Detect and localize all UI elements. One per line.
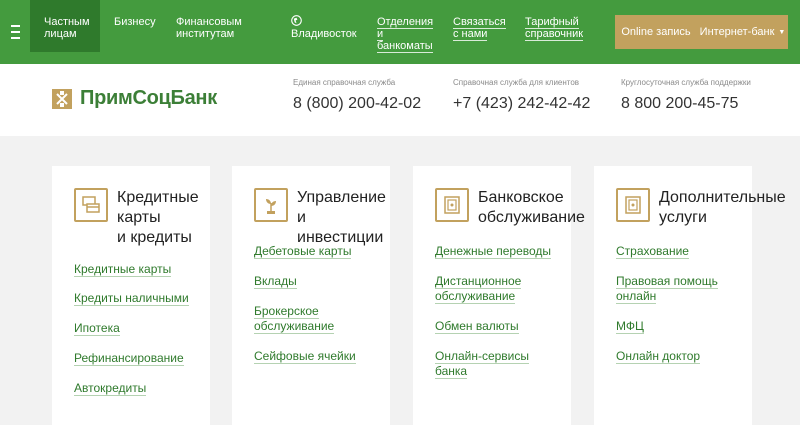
contact-clients: Справочная служба для клиентов +7 (423) … <box>453 78 590 113</box>
link-mfc[interactable]: МФЦ <box>616 319 718 334</box>
link-refinancing[interactable]: Рефинансирование <box>74 351 189 366</box>
contact-phone-link[interactable]: 8 800 200-45-75 <box>621 95 751 113</box>
link-label: Рефинансирование <box>74 351 184 366</box>
nav-tariffs-label: Тарифный справочник <box>525 16 584 41</box>
nav-business-label: Бизнесу <box>114 16 156 28</box>
link-legal-help[interactable]: Правовая помощь онлайн <box>616 274 718 304</box>
link-label: Дистанционное обслуживание <box>435 274 522 304</box>
card-title: Дополнительные услуги <box>659 189 786 226</box>
link-remote-banking[interactable]: Дистанционное обслуживание <box>435 274 551 304</box>
link-safe-boxes[interactable]: Сейфовые ячейки <box>254 349 356 364</box>
nav-private-clients[interactable]: Частным лицам <box>44 16 90 40</box>
nav-financial-institutions-label: Финансовым институтам <box>176 16 242 40</box>
bank-logo[interactable]: ПримСоцБанк <box>52 87 217 110</box>
link-label: Денежные переводы <box>435 244 552 259</box>
contact-support: Круглосуточная служба поддержки 8 800 20… <box>621 78 751 113</box>
link-label: Ипотека <box>74 321 120 336</box>
header: ПримСоцБанк Единая справочная служба 8 (… <box>0 64 800 136</box>
online-booking-button[interactable]: Online запись <box>615 15 697 49</box>
card-banking: Банковское обслуживание Денежные перевод… <box>413 166 585 425</box>
link-label: Страхование <box>616 244 689 259</box>
safe-icon <box>616 188 650 222</box>
link-online-doctor[interactable]: Онлайн доктор <box>616 349 718 364</box>
link-label: Брокерское обслуживание <box>254 304 335 334</box>
link-brokerage[interactable]: Брокерское обслуживание <box>254 304 356 334</box>
nav-tariffs[interactable]: Тарифный справочник <box>525 16 584 41</box>
caret-down-icon: ▼ <box>778 28 786 36</box>
nav-contact-us-label: Связаться с нами <box>453 16 506 41</box>
globe-icon <box>291 15 302 26</box>
card-title: Банковское обслуживание <box>478 189 585 226</box>
contact-label: Круглосуточная служба поддержки <box>621 78 751 87</box>
safe-icon <box>435 188 469 222</box>
card-links: Кредитные карты Кредиты наличными Ипотек… <box>74 262 189 396</box>
link-credit-cards[interactable]: Кредитные карты <box>74 262 189 277</box>
link-insurance[interactable]: Страхование <box>616 244 718 259</box>
top-navigation-bar: Частным лицам Бизнесу Финансовым институ… <box>0 0 800 64</box>
card-credit: Кредитные карты и кредиты Кредитные карт… <box>52 166 210 425</box>
link-deposits[interactable]: Вклады <box>254 274 356 289</box>
contact-phone-link[interactable]: 8 (800) 200-42-02 <box>293 95 421 113</box>
link-auto-loans[interactable]: Автокредиты <box>74 381 189 396</box>
card-links: Дебетовые карты Вклады Брокерское обслуж… <box>254 244 356 364</box>
nav-business[interactable]: Бизнесу <box>114 16 156 28</box>
card-investments: Управление и инвестиции Дебетовые карты … <box>232 166 390 425</box>
contact-label: Справочная служба для клиентов <box>453 78 580 87</box>
card-links: Страхование Правовая помощь онлайн МФЦ О… <box>616 244 718 364</box>
nav-private-clients-label: Частным лицам <box>44 16 90 40</box>
link-label: Сейфовые ячейки <box>254 349 356 364</box>
link-label: Онлайн-сервисы банка <box>435 349 530 379</box>
link-label: МФЦ <box>616 319 644 334</box>
nav-branches-atms[interactable]: Отделения и банкоматы <box>377 16 434 53</box>
link-label: Вклады <box>254 274 297 289</box>
card-links: Денежные переводы Дистанционное обслужив… <box>435 244 552 379</box>
link-money-transfers[interactable]: Денежные переводы <box>435 244 552 259</box>
plant-icon <box>254 188 288 222</box>
cards-icon <box>74 188 108 222</box>
link-label: Обмен валюты <box>435 319 519 334</box>
link-mortgage[interactable]: Ипотека <box>74 321 189 336</box>
nav-city-label: Владивосток <box>291 28 357 40</box>
nav-contact-us[interactable]: Связаться с нами <box>453 16 506 41</box>
nav-branches-atms-label: Отделения и банкоматы <box>377 16 434 53</box>
link-label: Кредиты наличными <box>74 291 189 306</box>
link-online-services[interactable]: Онлайн-сервисы банка <box>435 349 551 379</box>
logo-mark-icon <box>52 88 72 109</box>
link-label: Правовая помощь онлайн <box>616 274 718 304</box>
link-label: Автокредиты <box>74 381 147 396</box>
internet-bank-dropdown[interactable]: Интернет-банк ▼ <box>697 15 788 49</box>
card-title: Управление и инвестиции <box>297 189 386 246</box>
card-additional: Дополнительные услуги Страхование Правов… <box>594 166 786 425</box>
online-booking-label: Online запись <box>621 26 691 38</box>
nav-city[interactable]: Владивосток <box>291 28 357 40</box>
internet-bank-label: Интернет-банк <box>699 26 775 38</box>
link-debit-cards[interactable]: Дебетовые карты <box>254 244 356 259</box>
contact-unified: Единая справочная служба 8 (800) 200-42-… <box>293 78 421 113</box>
nav-financial-institutions[interactable]: Финансовым институтам <box>176 16 242 40</box>
link-cash-loans[interactable]: Кредиты наличными <box>74 291 189 306</box>
link-currency-exchange[interactable]: Обмен валюты <box>435 319 551 334</box>
menu-icon[interactable] <box>0 0 30 64</box>
contact-phone-link[interactable]: +7 (423) 242-42-42 <box>453 95 590 113</box>
link-label: Дебетовые карты <box>254 244 352 259</box>
contact-label: Единая справочная служба <box>293 78 396 87</box>
link-label: Кредитные карты <box>74 262 172 277</box>
logo-text: ПримСоцБанк <box>80 87 217 109</box>
card-title: Кредитные карты и кредиты <box>117 189 199 246</box>
link-label: Онлайн доктор <box>616 349 701 364</box>
